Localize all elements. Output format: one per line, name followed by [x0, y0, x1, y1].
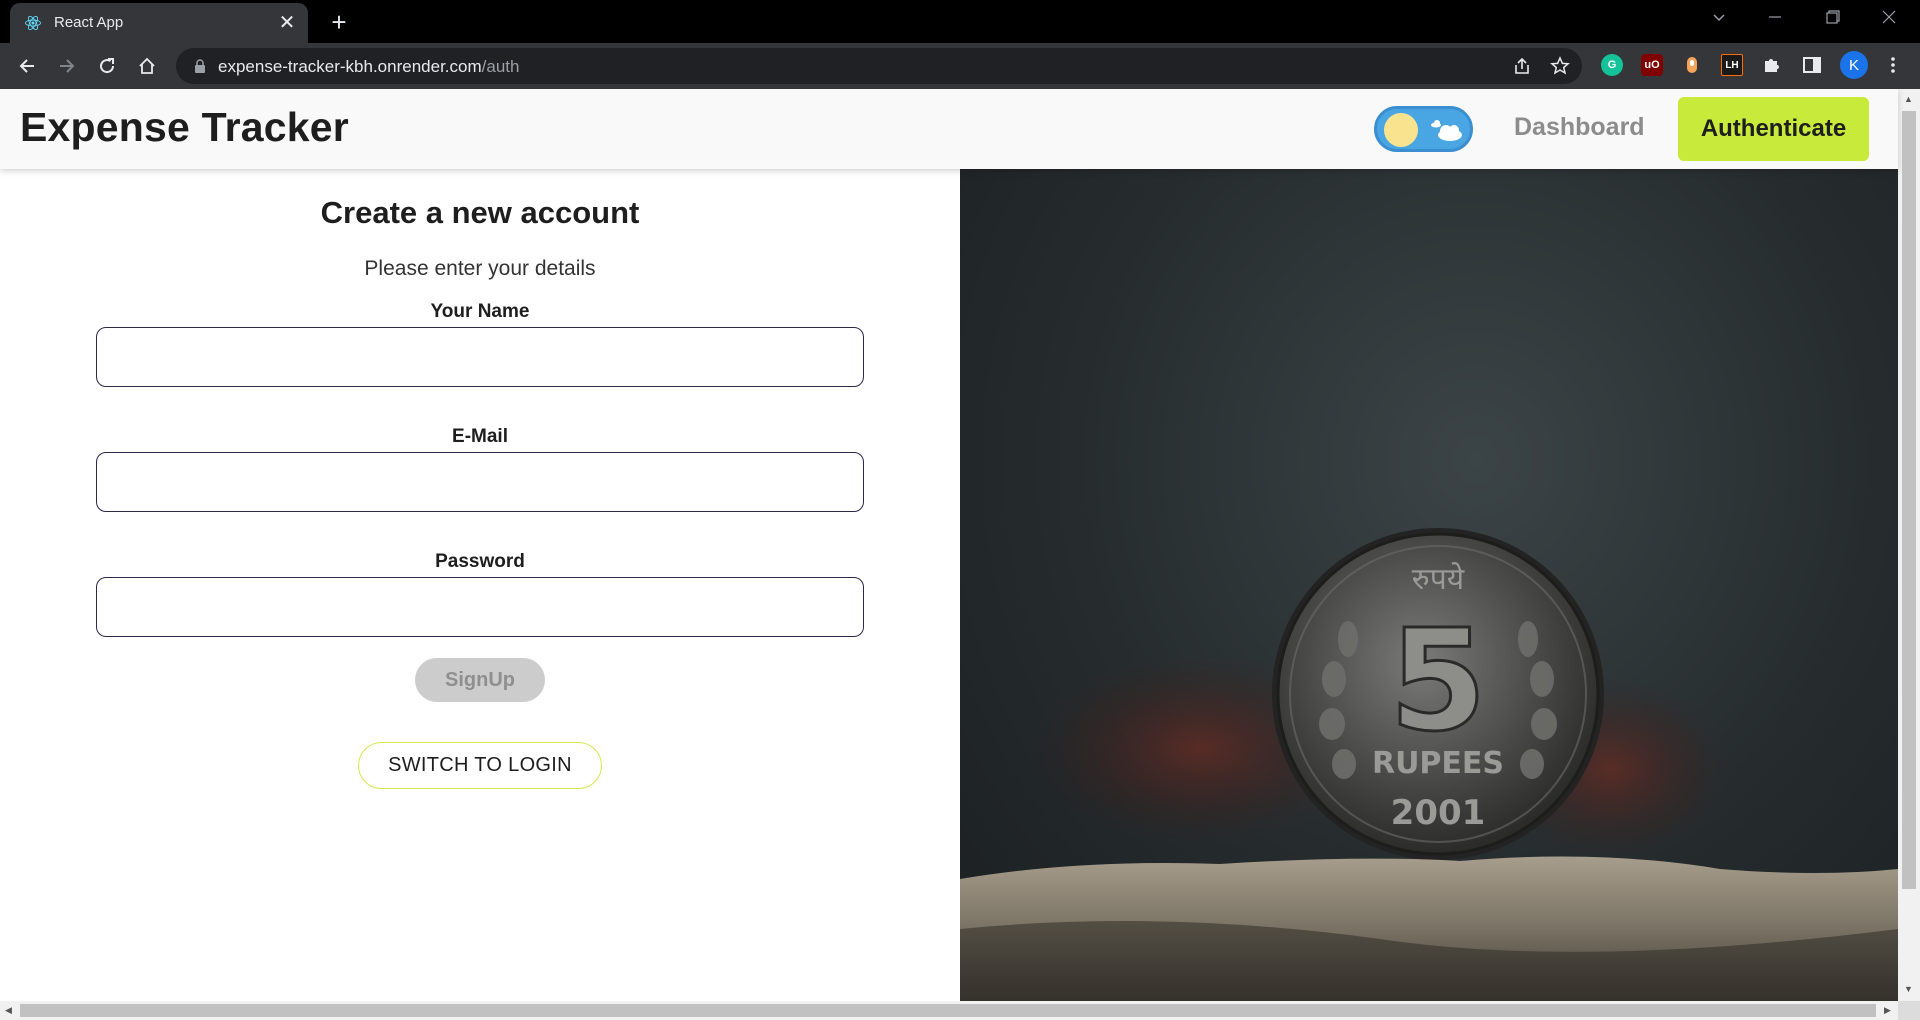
restore-button[interactable] — [1810, 4, 1856, 36]
scroll-right-arrow-icon[interactable]: ▶ — [1884, 1005, 1891, 1016]
menu-dots-icon[interactable] — [1882, 54, 1904, 76]
bookmark-star-icon[interactable] — [1550, 56, 1570, 76]
browser-toolbar: expense-tracker-kbh.onrender.com/auth G … — [0, 43, 1920, 89]
extension-icon[interactable] — [1681, 54, 1703, 76]
vertical-scrollbar[interactable]: ▲ ▼ — [1898, 89, 1920, 1001]
password-label: Password — [435, 551, 525, 572]
scroll-up-arrow-icon[interactable]: ▲ — [1904, 94, 1913, 104]
signup-button[interactable]: SignUp — [415, 658, 545, 702]
lock-icon — [195, 59, 205, 73]
browser-tab[interactable]: React App ✕ — [10, 3, 308, 43]
coin-denomination-text: 5 — [1389, 600, 1486, 763]
form-title: Create a new account — [320, 195, 640, 230]
minimize-button[interactable] — [1752, 4, 1798, 36]
horizontal-scroll-thumb[interactable] — [20, 1004, 1876, 1017]
app-header: Expense Tracker Dashboard Authenticate — [0, 89, 1898, 169]
extensions-puzzle-icon[interactable] — [1761, 54, 1783, 76]
share-icon[interactable] — [1512, 56, 1532, 76]
address-bar[interactable]: expense-tracker-kbh.onrender.com/auth — [176, 48, 1582, 84]
react-icon — [25, 15, 41, 31]
side-panel-icon[interactable] — [1801, 54, 1823, 76]
tab-close-icon[interactable]: ✕ — [276, 12, 298, 34]
coin-script-text: रुपये — [1412, 562, 1465, 597]
nav-authenticate-button[interactable]: Authenticate — [1678, 97, 1869, 161]
nav-dashboard-link[interactable]: Dashboard — [1514, 113, 1645, 142]
url-path: /auth — [481, 57, 520, 76]
scroll-left-arrow-icon[interactable]: ◀ — [5, 1005, 12, 1016]
email-input[interactable] — [96, 452, 864, 512]
ublock-icon[interactable]: uO — [1641, 54, 1663, 76]
url-host: expense-tracker-kbh.onrender.com — [218, 57, 482, 76]
home-button[interactable] — [131, 50, 163, 82]
coin-year-text: 2001 — [1391, 793, 1486, 833]
lighthouse-icon[interactable]: LH — [1721, 54, 1743, 76]
sun-icon — [1384, 113, 1418, 147]
theme-toggle[interactable] — [1374, 106, 1473, 152]
name-input[interactable] — [96, 327, 864, 387]
new-tab-button[interactable]: + — [325, 8, 353, 36]
vertical-scroll-thumb[interactable] — [1902, 111, 1916, 889]
url-text: expense-tracker-kbh.onrender.com/auth — [218, 57, 519, 77]
reload-button[interactable] — [91, 50, 123, 82]
tab-title: React App — [54, 14, 124, 31]
close-window-button[interactable] — [1866, 4, 1912, 36]
scrollbar-corner — [1898, 1001, 1920, 1020]
switch-to-login-button[interactable]: SWITCH TO LOGIN — [358, 742, 602, 789]
coin-photo: रुपये 5 RUPEES 2001 — [960, 528, 1898, 1001]
cloud-icon — [1431, 120, 1462, 141]
page-viewport: Expense Tracker Dashboard Authenticate C… — [0, 89, 1920, 1020]
browser-tabstrip: React App ✕ + — [0, 0, 1920, 43]
grammarly-icon[interactable]: G — [1601, 54, 1623, 76]
email-label: E-Mail — [452, 426, 508, 447]
password-input[interactable] — [96, 577, 864, 637]
tab-search-icon[interactable] — [1696, 4, 1742, 36]
app-brand[interactable]: Expense Tracker — [20, 104, 349, 151]
scroll-down-arrow-icon[interactable]: ▼ — [1904, 984, 1913, 994]
form-subtitle: Please enter your details — [364, 257, 596, 280]
name-label: Your Name — [430, 301, 530, 322]
horizontal-scrollbar[interactable]: ◀ ▶ — [0, 1001, 1898, 1020]
forward-button[interactable] — [51, 50, 83, 82]
signup-form-panel: Create a new account Please enter your d… — [0, 169, 960, 1001]
back-button[interactable] — [11, 50, 43, 82]
hero-image-coin: रुपये 5 RUPEES 2001 — [960, 169, 1898, 1001]
coin-word-text: RUPEES — [1372, 746, 1504, 781]
profile-avatar[interactable]: K — [1840, 51, 1868, 79]
